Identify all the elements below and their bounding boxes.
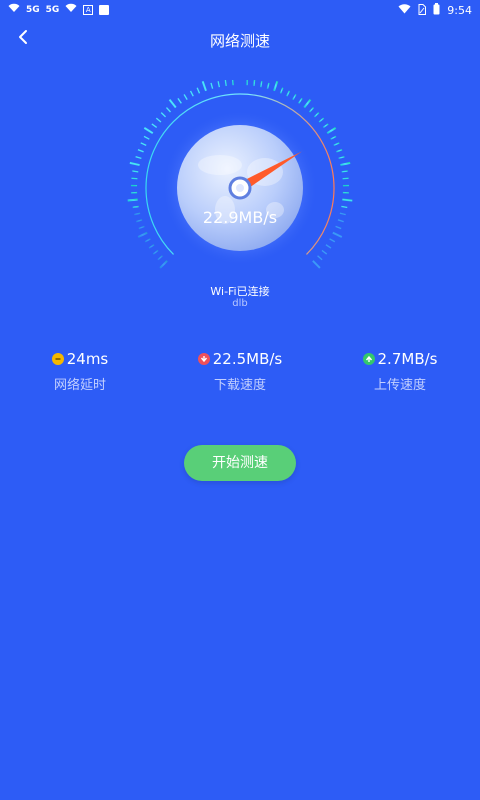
download-value: 22.5MB/s (212, 350, 283, 368)
status-bar: 5G 5G A 9:54 (0, 0, 480, 20)
gauge-tick (152, 249, 159, 255)
gauge-tick (144, 238, 151, 243)
gauge-tick (325, 244, 332, 249)
gauge-tick (143, 135, 150, 140)
gauge-tick (140, 142, 147, 147)
gauge-tick (266, 82, 270, 89)
gauge-tick (224, 79, 227, 87)
gauge-tick (135, 155, 142, 160)
wifi-status: Wi-Fi已连接 (210, 285, 270, 298)
gauge-tick (159, 260, 168, 269)
gauge-tick (165, 107, 172, 113)
speed-gauge: 22.9MB/s (125, 75, 355, 280)
gauge-tick (151, 123, 158, 129)
gauge-tick (308, 107, 315, 113)
gauge-tick (148, 244, 155, 249)
gauge-tick (273, 81, 279, 92)
latency-stat: 24ms 网络延时 (0, 350, 160, 393)
gauge-tick (298, 98, 303, 104)
gauge-tick (318, 117, 325, 123)
gauge-tick (131, 177, 138, 180)
gauge-tick (132, 170, 139, 173)
current-speed: 22.9MB/s (202, 208, 278, 227)
network-type-2: 5G (45, 4, 60, 15)
sim-icon (418, 3, 427, 18)
gauge-tick (183, 94, 188, 100)
gauge-tick (326, 127, 337, 135)
notification-a-icon: A (83, 4, 94, 15)
gauge-tick (303, 99, 312, 109)
arrow-up-icon (362, 353, 375, 365)
gauge-tick (259, 81, 263, 88)
gauge-tick (317, 255, 323, 261)
wifi-signal-icon (8, 3, 20, 16)
arrow-down-icon (197, 353, 210, 365)
wifi-icon (398, 4, 411, 17)
gauge-tick (196, 87, 201, 94)
gauge-tick (332, 231, 343, 238)
gauge-tick (137, 231, 148, 238)
gauge-tick (155, 117, 162, 123)
upload-label: 上传速度 (373, 378, 426, 393)
gauge-graphic (127, 75, 353, 269)
latency-value: 24ms (66, 350, 109, 368)
wifi-signal-icon-2 (65, 3, 77, 16)
gauge-tick (341, 170, 348, 173)
start-speed-test-button[interactable]: 开始测速 (184, 445, 296, 481)
download-label: 下载速度 (213, 378, 266, 393)
clock: 9:54 (447, 4, 472, 17)
latency-label: 网络延时 (53, 378, 106, 393)
gauge-tick (129, 161, 140, 167)
gauge-tick (201, 81, 207, 92)
gauge-tick (127, 198, 138, 202)
gauge-tick (189, 90, 194, 97)
gauge-tick (321, 249, 328, 255)
needle-hub-center (236, 184, 244, 192)
gauge-tick (336, 149, 343, 153)
gauge-tick (137, 149, 144, 153)
gauge-tick (338, 155, 345, 160)
gauge-tick (210, 82, 214, 89)
upload-stat: 2.7MB/s 上传速度 (320, 350, 480, 393)
gauge-tick (157, 255, 163, 261)
battery-icon (433, 3, 440, 18)
minus-icon (51, 353, 64, 365)
gauge-tick (329, 238, 336, 243)
gauge-tick (340, 161, 351, 167)
gauge-tick (342, 177, 349, 180)
gauge-tick (177, 98, 182, 104)
gauge-tick (333, 142, 340, 147)
gauge-tick (168, 99, 177, 109)
gauge-tick (322, 123, 329, 129)
gauge-tick (286, 90, 291, 97)
network-type-1: 5G (26, 4, 40, 15)
gauge-tick (217, 81, 221, 88)
gauge-tick (313, 112, 320, 118)
header: 网络测速 (0, 22, 480, 58)
page-title: 网络测速 (209, 32, 270, 50)
gauge-tick (330, 135, 337, 140)
gauge-tick (253, 79, 256, 87)
gauge-tick (279, 87, 284, 94)
gauge-tick (292, 94, 297, 100)
notification-square-icon (99, 4, 110, 15)
gauge-tick (143, 127, 154, 135)
wifi-name: dlb (232, 298, 248, 309)
gauge-tick (312, 260, 321, 269)
upload-value: 2.7MB/s (377, 350, 438, 368)
gauge-tick (342, 198, 353, 202)
download-stat: 22.5MB/s 下载速度 (160, 350, 320, 393)
gauge-tick (160, 112, 167, 118)
